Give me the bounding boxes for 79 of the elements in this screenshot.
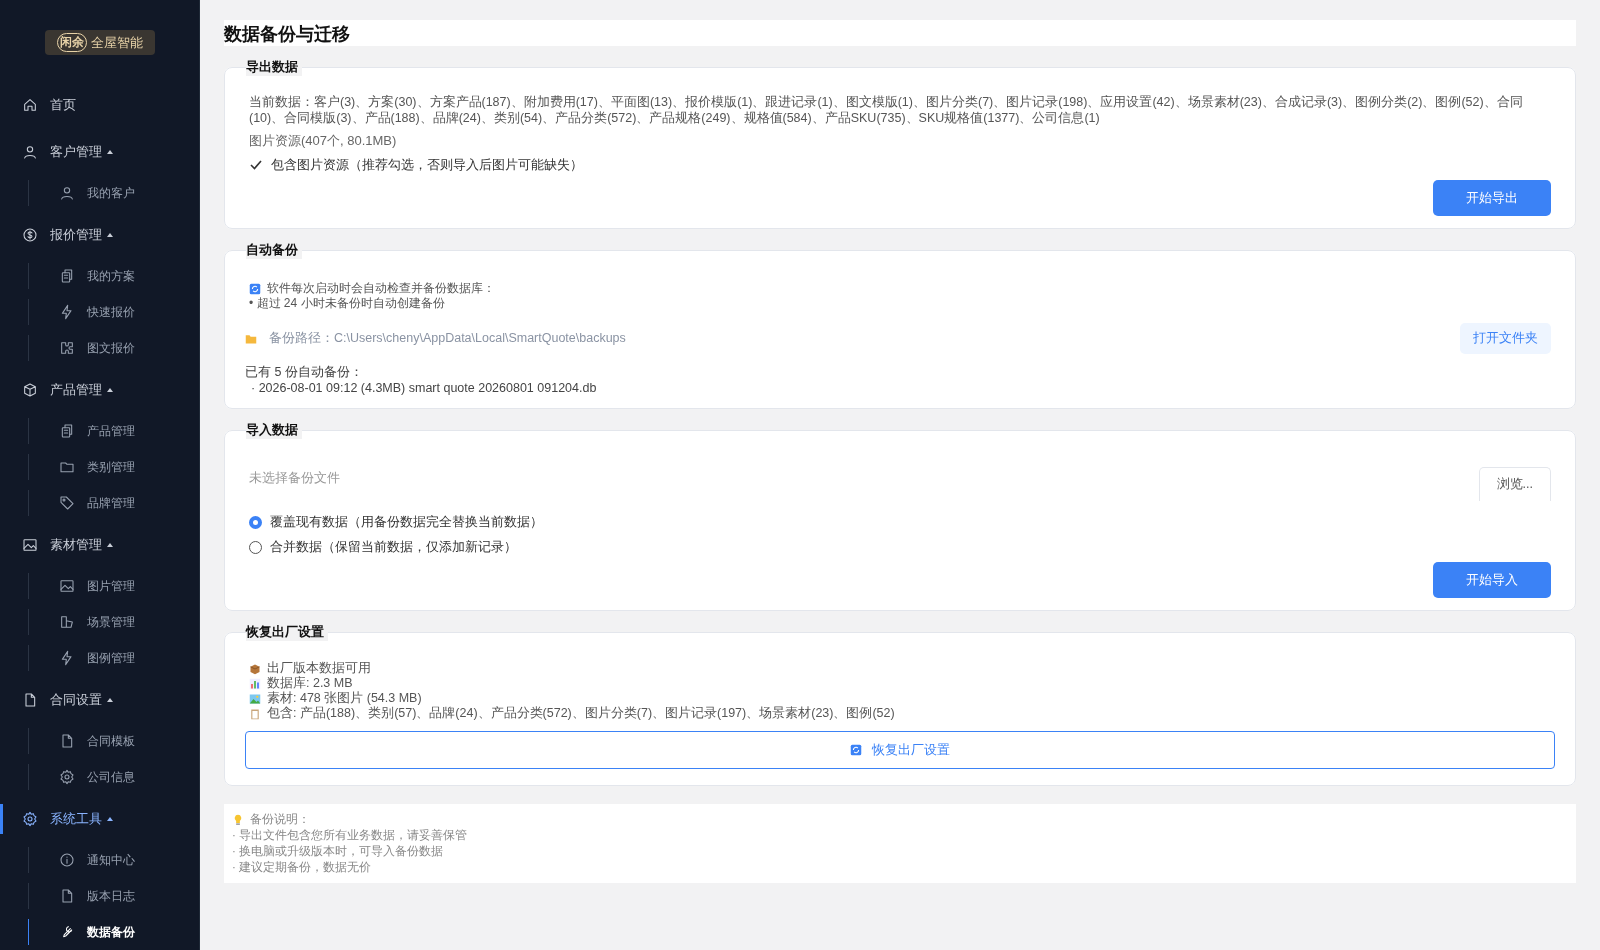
note-line: · 导出文件包含您所有业务数据，请妥善保管 [232,828,469,843]
sidebar-item[interactable]: 素材管理 [0,530,199,560]
backup-note: 软件每次启动时会自动检查并备份数据库： [267,281,495,296]
app-logo: 闲余 全屋智能 [44,30,155,55]
reset-info-line: 素材: 478 张图片 (54.3 MB) [267,691,422,706]
cube-icon [22,382,38,398]
image-icon [59,578,75,594]
backup-count: 已有 5 份自动备份： [245,364,364,380]
check-icon [249,158,263,172]
copy-icon [59,268,75,284]
sidebar-subitem[interactable]: 数据备份 [28,919,199,945]
image-icon [249,692,261,705]
sidebar-subitem[interactable]: 品牌管理 [28,490,199,516]
refresh-icon [249,282,261,295]
image-resource-text: 图片资源(407个, 80.1MB) [249,132,398,150]
import-mode-option[interactable]: 覆盖现有数据（用备份数据完全替换当前数据） [249,513,1551,531]
note-line: · 建议定期备份，数据无价 [232,860,373,875]
file-icon [22,692,38,708]
notes-title: 备份说明： [250,812,310,827]
reset-info-line: 数据库: 2.3 MB [267,676,353,691]
copy-icon [59,423,75,439]
open-folder-button[interactable]: 打开文件夹 [1460,323,1551,354]
start-export-button[interactable]: 开始导出 [1433,180,1551,216]
card-title: 导出数据 [246,58,302,76]
folder-icon [59,459,75,475]
tag-icon [59,495,75,511]
reset-info-line: 出厂版本数据可用 [267,661,371,676]
sidebar-subitem[interactable]: 图例管理 [28,645,199,671]
backup-note: • 超过 24 小时未备份时自动创建备份 [249,296,445,311]
include-images-checkbox[interactable]: 包含图片资源（推荐勾选，否则导入后图片可能缺失） [249,156,1551,174]
card-title: 自动备份 [246,241,302,259]
sidebar-subitem[interactable]: 版本日志 [28,883,199,909]
file-icon [59,888,75,904]
sidebar-subitem[interactable]: 图文报价 [28,335,199,361]
bolt-icon [59,650,75,666]
reset-info-line: 包含: 产品(188)、类别(57)、品牌(24)、产品分类(572)、图片分类(7)、图片记录(197)、场景素材(23)、图例(52) [267,706,895,721]
file-icon [59,733,75,749]
sidebar-item[interactable]: 系统工具 [0,804,199,834]
home-icon [22,97,38,113]
gear-icon [59,769,75,785]
import-mode-option[interactable]: 合并数据（保留当前数据，仅添加新记录） [249,538,1551,556]
puzzle-icon [59,340,75,356]
folder-icon [245,332,257,345]
box-icon [249,662,261,675]
data-summary: 当前数据：客户(3)、方案(30)、方案产品(187)、附加费用(17)、平面图(13)、报价模版(1)、跟进记录(1)、图文模版(1)、图片分类(7)、图片记录(198)、应用设置(42)、场景素材(23)、合成记录(3)、图例分类(2)、图例(52)、合同(10)、合同模版(3)、产品(188)、品牌(24)、类别(54)、产品分类(572)、产品规格(249)、规格值(584)、产品SKU(735)、SKU规格值(1377)、公司信息(1) [249,94,1524,126]
sidebar-item[interactable]: 产品管理 [0,375,199,405]
sidebar-subitem[interactable]: 公司信息 [28,764,199,790]
sidebar-subitem[interactable]: 图片管理 [28,573,199,599]
sidebar-subitem[interactable]: 我的方案 [28,263,199,289]
backup-path: 备份路径：C:\Users\cheny\AppData\Local\SmartQuote\backups [269,330,627,347]
sidebar-subitem[interactable]: 快速报价 [28,299,199,325]
image-icon [22,537,38,553]
refresh-icon [850,744,862,756]
note-line: · 换电脑或升级版本时，可导入备份数据 [232,844,445,859]
dollar-icon [22,227,38,243]
sidebar-item[interactable]: 首页 [0,90,199,120]
chart-icon [249,677,261,690]
sidebar-subitem[interactable]: 产品管理 [28,418,199,444]
user-icon [22,144,38,160]
sidebar-subitem[interactable]: 场景管理 [28,609,199,635]
factory-reset-button[interactable]: 恢复出厂设置 [245,731,1555,769]
bolt-icon [59,304,75,320]
sidebar-subitem[interactable]: 类别管理 [28,454,199,480]
sidebar-item[interactable]: 合同设置 [0,685,199,715]
user-icon [59,185,75,201]
gear-icon [22,811,38,827]
sidebar-subitem[interactable]: 合同模板 [28,728,199,754]
backup-entry: · 2026-08-01 09:12 (4.3MB) smart quote 20260801 091204.db [250,380,598,396]
sidebar-item[interactable]: 报价管理 [0,220,199,250]
bulb-icon [232,813,244,826]
sidebar-subitem[interactable]: 我的客户 [28,180,199,206]
card-title: 导入数据 [246,421,302,439]
sidebar-subitem[interactable]: 通知中心 [28,847,199,873]
sidebar-item[interactable]: 客户管理 [0,137,199,167]
card-title: 恢复出厂设置 [246,623,328,641]
info-icon [59,852,75,868]
browse-button[interactable]: 浏览... [1478,467,1551,501]
page-title: 数据备份与迁移 [224,20,1576,46]
start-import-button[interactable]: 开始导入 [1433,562,1551,598]
